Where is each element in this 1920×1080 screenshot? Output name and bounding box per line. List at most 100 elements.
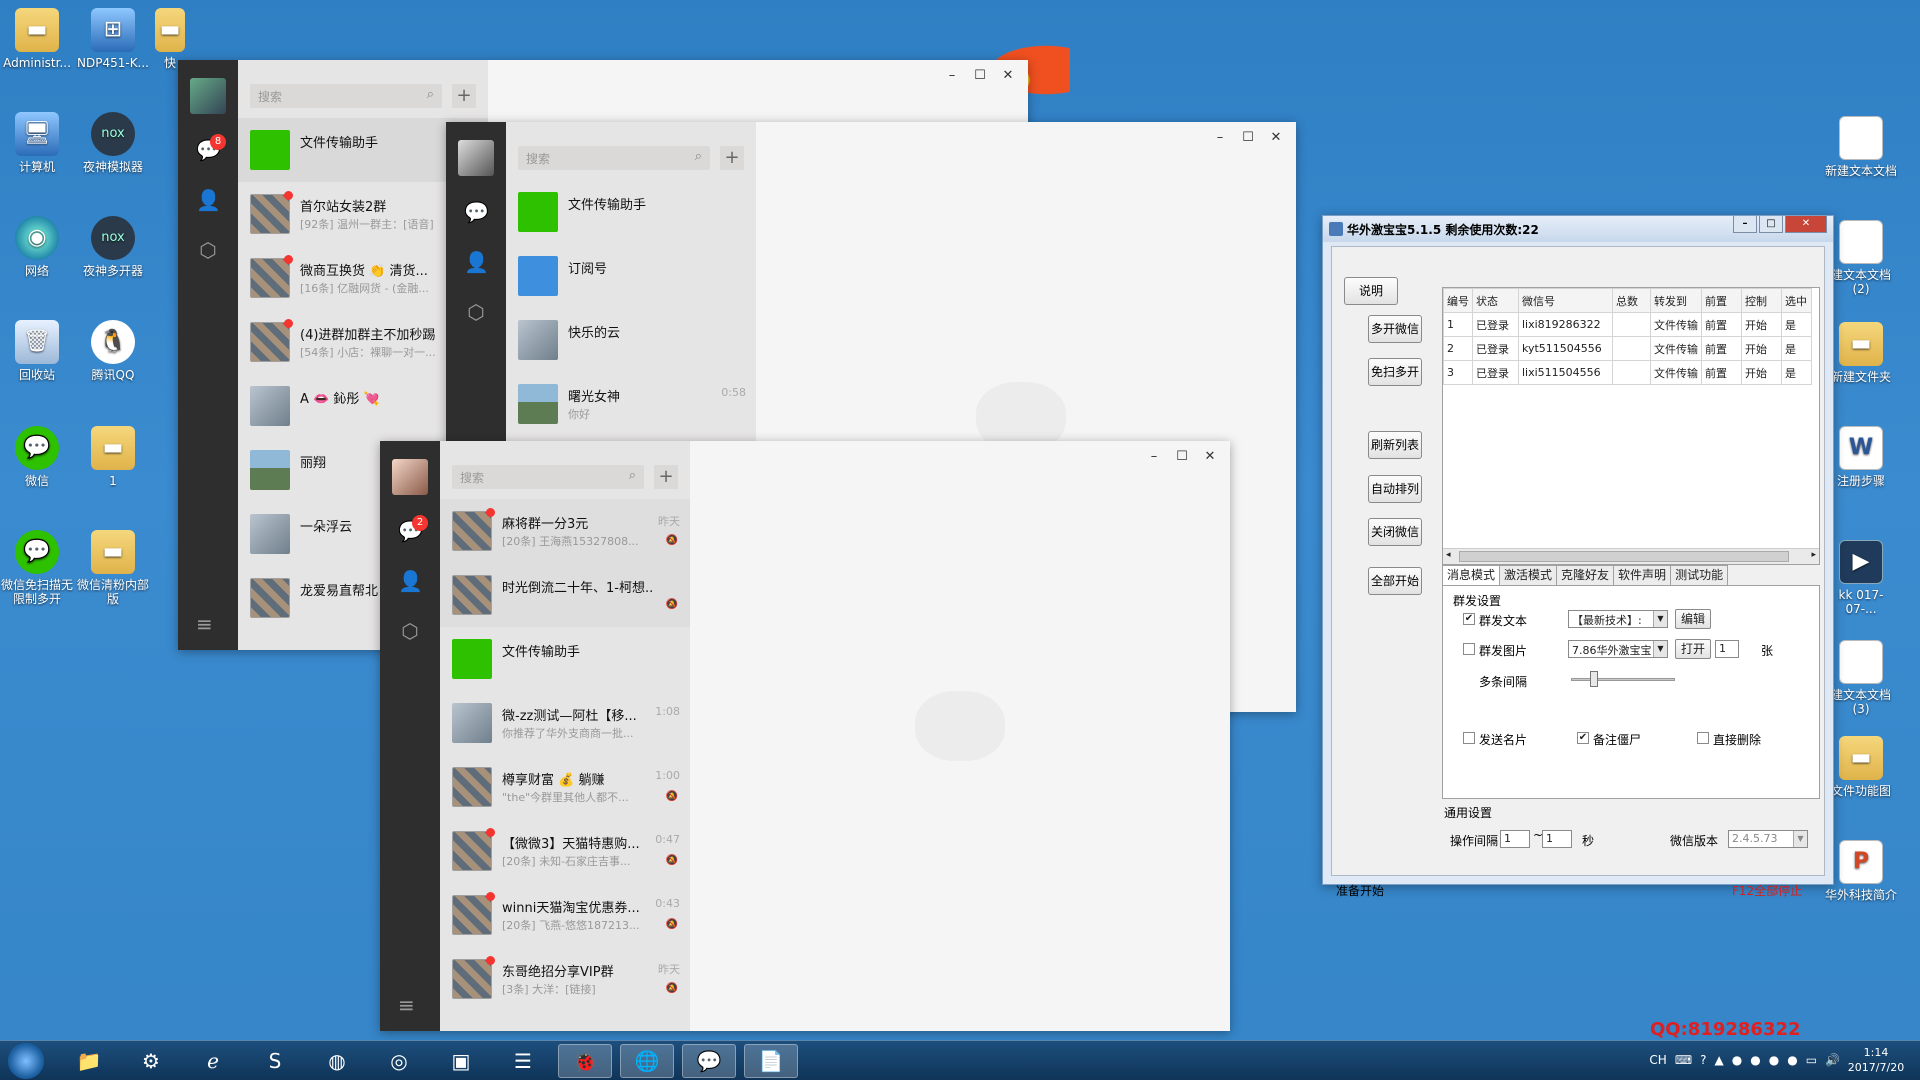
desktop-icon-feature-diagram[interactable]: ▬ 文件功能图 [1824,736,1898,798]
cell[interactable]: 前置 [1701,336,1742,361]
desktop-icon-qq[interactable]: 🐧 腾讯QQ [76,320,150,382]
favorites-icon[interactable]: ⬡ [464,300,488,324]
minimize-icon[interactable]: – [1140,447,1168,467]
desktop-icon-network[interactable]: ◉ 网络 [0,216,74,278]
column-header[interactable]: 选中 [1781,288,1812,313]
auto-arrange-button[interactable]: 自动排列 [1368,475,1422,503]
scrollbar-thumb[interactable] [1459,551,1789,562]
tool-taskbar-icon[interactable]: 🐞 [558,1044,612,1078]
app-taskbar-icon[interactable]: ▣ [434,1044,488,1078]
contacts-icon[interactable]: 👤 [464,250,489,274]
browser-taskbar-icon[interactable]: ◍ [310,1044,364,1078]
instructions-button[interactable]: 说明 [1344,277,1398,305]
desktop-icon-computer[interactable]: 🖥 计算机 [0,112,74,174]
list-item[interactable]: 文件传输助手 [440,627,690,691]
version-select[interactable]: 2.4.5.73 ▼ [1728,830,1808,848]
open-button[interactable]: 打开 [1675,639,1711,659]
maximize-icon[interactable]: □ [1759,216,1783,233]
maximize-icon[interactable]: ☐ [1234,128,1262,148]
close-icon[interactable]: ✕ [1785,216,1827,233]
chat-icon[interactable]: 💬 [464,200,489,224]
explorer-taskbar-icon[interactable]: 📁 [62,1044,116,1078]
send-text-checkbox[interactable]: ✔ [1463,613,1475,625]
minimize-icon[interactable]: – [1206,128,1234,148]
tab-software-statement[interactable]: 软件声明 [1613,565,1672,585]
close-wechat-button[interactable]: 关闭微信 [1368,518,1422,546]
add-button[interactable]: + [720,146,744,170]
scroll-right-icon[interactable]: ▸ [1811,550,1816,560]
search-input[interactable]: 搜索 ⌕ [250,84,442,108]
network-taskbar-icon[interactable]: ⚙ [124,1044,178,1078]
tab-activate-mode[interactable]: 激活模式 [1499,565,1558,585]
cell[interactable]: 开始 [1741,336,1782,361]
contacts-icon[interactable]: 👤 [398,569,423,593]
desktop-icon-nox[interactable]: nox 夜神模拟器 [76,112,150,174]
wechat-taskbar-icon[interactable]: 💬 [682,1044,736,1078]
cell[interactable]: 前置 [1701,360,1742,385]
table-row[interactable]: 2 已登录 kyt511504556 文件传输 前置 开始是 [1443,336,1812,361]
image-count-input[interactable]: 1 [1715,640,1739,658]
list-item[interactable]: 微-zz测试—阿杜【移... 你推荐了华外支商商一批... 1:08 [440,691,690,755]
list-item[interactable]: 东哥绝招分享VIP群 [3条] 大洋：[链接] 昨天 🔕 [440,947,690,1011]
desktop-icon-video[interactable]: ▶ kk 017-07-... [1824,540,1898,616]
avatar[interactable] [190,78,226,114]
cell[interactable]: 开始 [1741,312,1782,337]
help-icon[interactable]: ? [1700,1053,1706,1067]
wechat-tray-icon[interactable]: ● [1732,1053,1742,1067]
scroll-left-icon[interactable]: ◂ [1446,550,1451,560]
column-header[interactable]: 前置 [1701,288,1742,313]
cell[interactable]: 开始 [1741,360,1782,385]
menu-icon[interactable]: ≡ [196,612,213,636]
direct-delete-checkbox[interactable] [1697,732,1709,744]
cell[interactable]: 是 [1781,336,1812,361]
list-item[interactable]: 樽享财富 💰 躺赚 "the"今群里其他人都不... 1:00 🔕 [440,755,690,819]
list-item[interactable]: 快乐的云 [506,308,756,372]
column-header[interactable]: 状态 [1472,288,1519,313]
column-header[interactable]: 微信号 [1518,288,1613,313]
desktop-icon-ndp451[interactable]: ⊞ NDP451-K... [76,8,150,70]
clock[interactable]: 1:14 2017/7/20 [1844,1045,1908,1075]
list-item[interactable]: 订阅号 [506,244,756,308]
table-row[interactable]: 1 已登录 lixi819286322 文件传输 前置 开始是 [1443,312,1812,337]
column-header[interactable]: 控制 [1741,288,1782,313]
send-text-select[interactable]: 【最新技术】: ▼ [1568,610,1668,628]
column-header[interactable]: 编号 [1443,288,1473,313]
close-icon[interactable]: ✕ [1196,447,1224,467]
desktop-icon-wechat-cleaner[interactable]: ▬ 微信清粉内部版 [76,530,150,606]
qq-tray-icon[interactable]: ● [1787,1053,1797,1067]
desktop-icon-new-folder[interactable]: ▬ 新建文件夹 [1824,322,1898,384]
wechat-tray-icon[interactable]: ● [1750,1053,1760,1067]
avatar[interactable] [392,459,428,495]
table-row[interactable]: 3 已登录 lixi511504556 文件传输 前置 开始是 [1443,360,1812,385]
op-interval-from-input[interactable]: 1 [1500,830,1530,848]
note-zombie-checkbox[interactable]: ✔ [1577,732,1589,744]
desktop-icon-wechat[interactable]: 💬 微信 [0,426,74,488]
network-tray-icon[interactable]: ▭ [1806,1053,1817,1067]
search-input[interactable]: 搜索 ⌕ [452,465,644,489]
desktop-icon-new-text-2[interactable]: 建文本文档(2) [1824,220,1898,296]
refresh-list-button[interactable]: 刷新列表 [1368,431,1422,459]
send-image-checkbox[interactable] [1463,643,1475,655]
favorites-icon[interactable]: ⬡ [398,619,422,643]
list-item[interactable]: 【微微3】天猫特惠购... [20条] 未知-石家庄吉事... 0:47 🔕 [440,819,690,883]
horizontal-scrollbar[interactable]: ◂ ▸ [1443,548,1819,564]
list-item[interactable]: 时光倒流二十年、1-柯想... 🔕 [440,563,690,627]
desktop-icon-new-text-3[interactable]: 建文本文档(3) [1824,640,1898,716]
tab-test-features[interactable]: 测试功能 [1670,565,1729,585]
cell[interactable]: 是 [1781,312,1812,337]
add-button[interactable]: + [452,84,476,108]
desktop-icon-company-intro[interactable]: P 华外科技简介 [1824,840,1898,902]
chat-icon[interactable]: 💬 2 [398,515,428,543]
sogou-taskbar-icon[interactable]: S [248,1044,302,1078]
minimize-icon[interactable]: – [1733,216,1757,233]
list-item[interactable]: 文件传输助手 [506,180,756,244]
desktop-icon-nox-multi[interactable]: nox 夜神多开器 [76,216,150,278]
list-item[interactable]: 曙光女神 你好 0:58 [506,372,756,436]
close-icon[interactable]: ✕ [1262,128,1290,148]
tab-message-mode[interactable]: 消息模式 [1442,565,1501,585]
language-indicator[interactable]: CH [1649,1053,1666,1067]
no-scan-open-button[interactable]: 免扫多开 [1368,358,1422,386]
desktop-icon-new-text[interactable]: 新建文本文档 [1824,116,1898,178]
contacts-icon[interactable]: 👤 [196,188,221,212]
edit-button[interactable]: 编辑 [1675,609,1711,629]
